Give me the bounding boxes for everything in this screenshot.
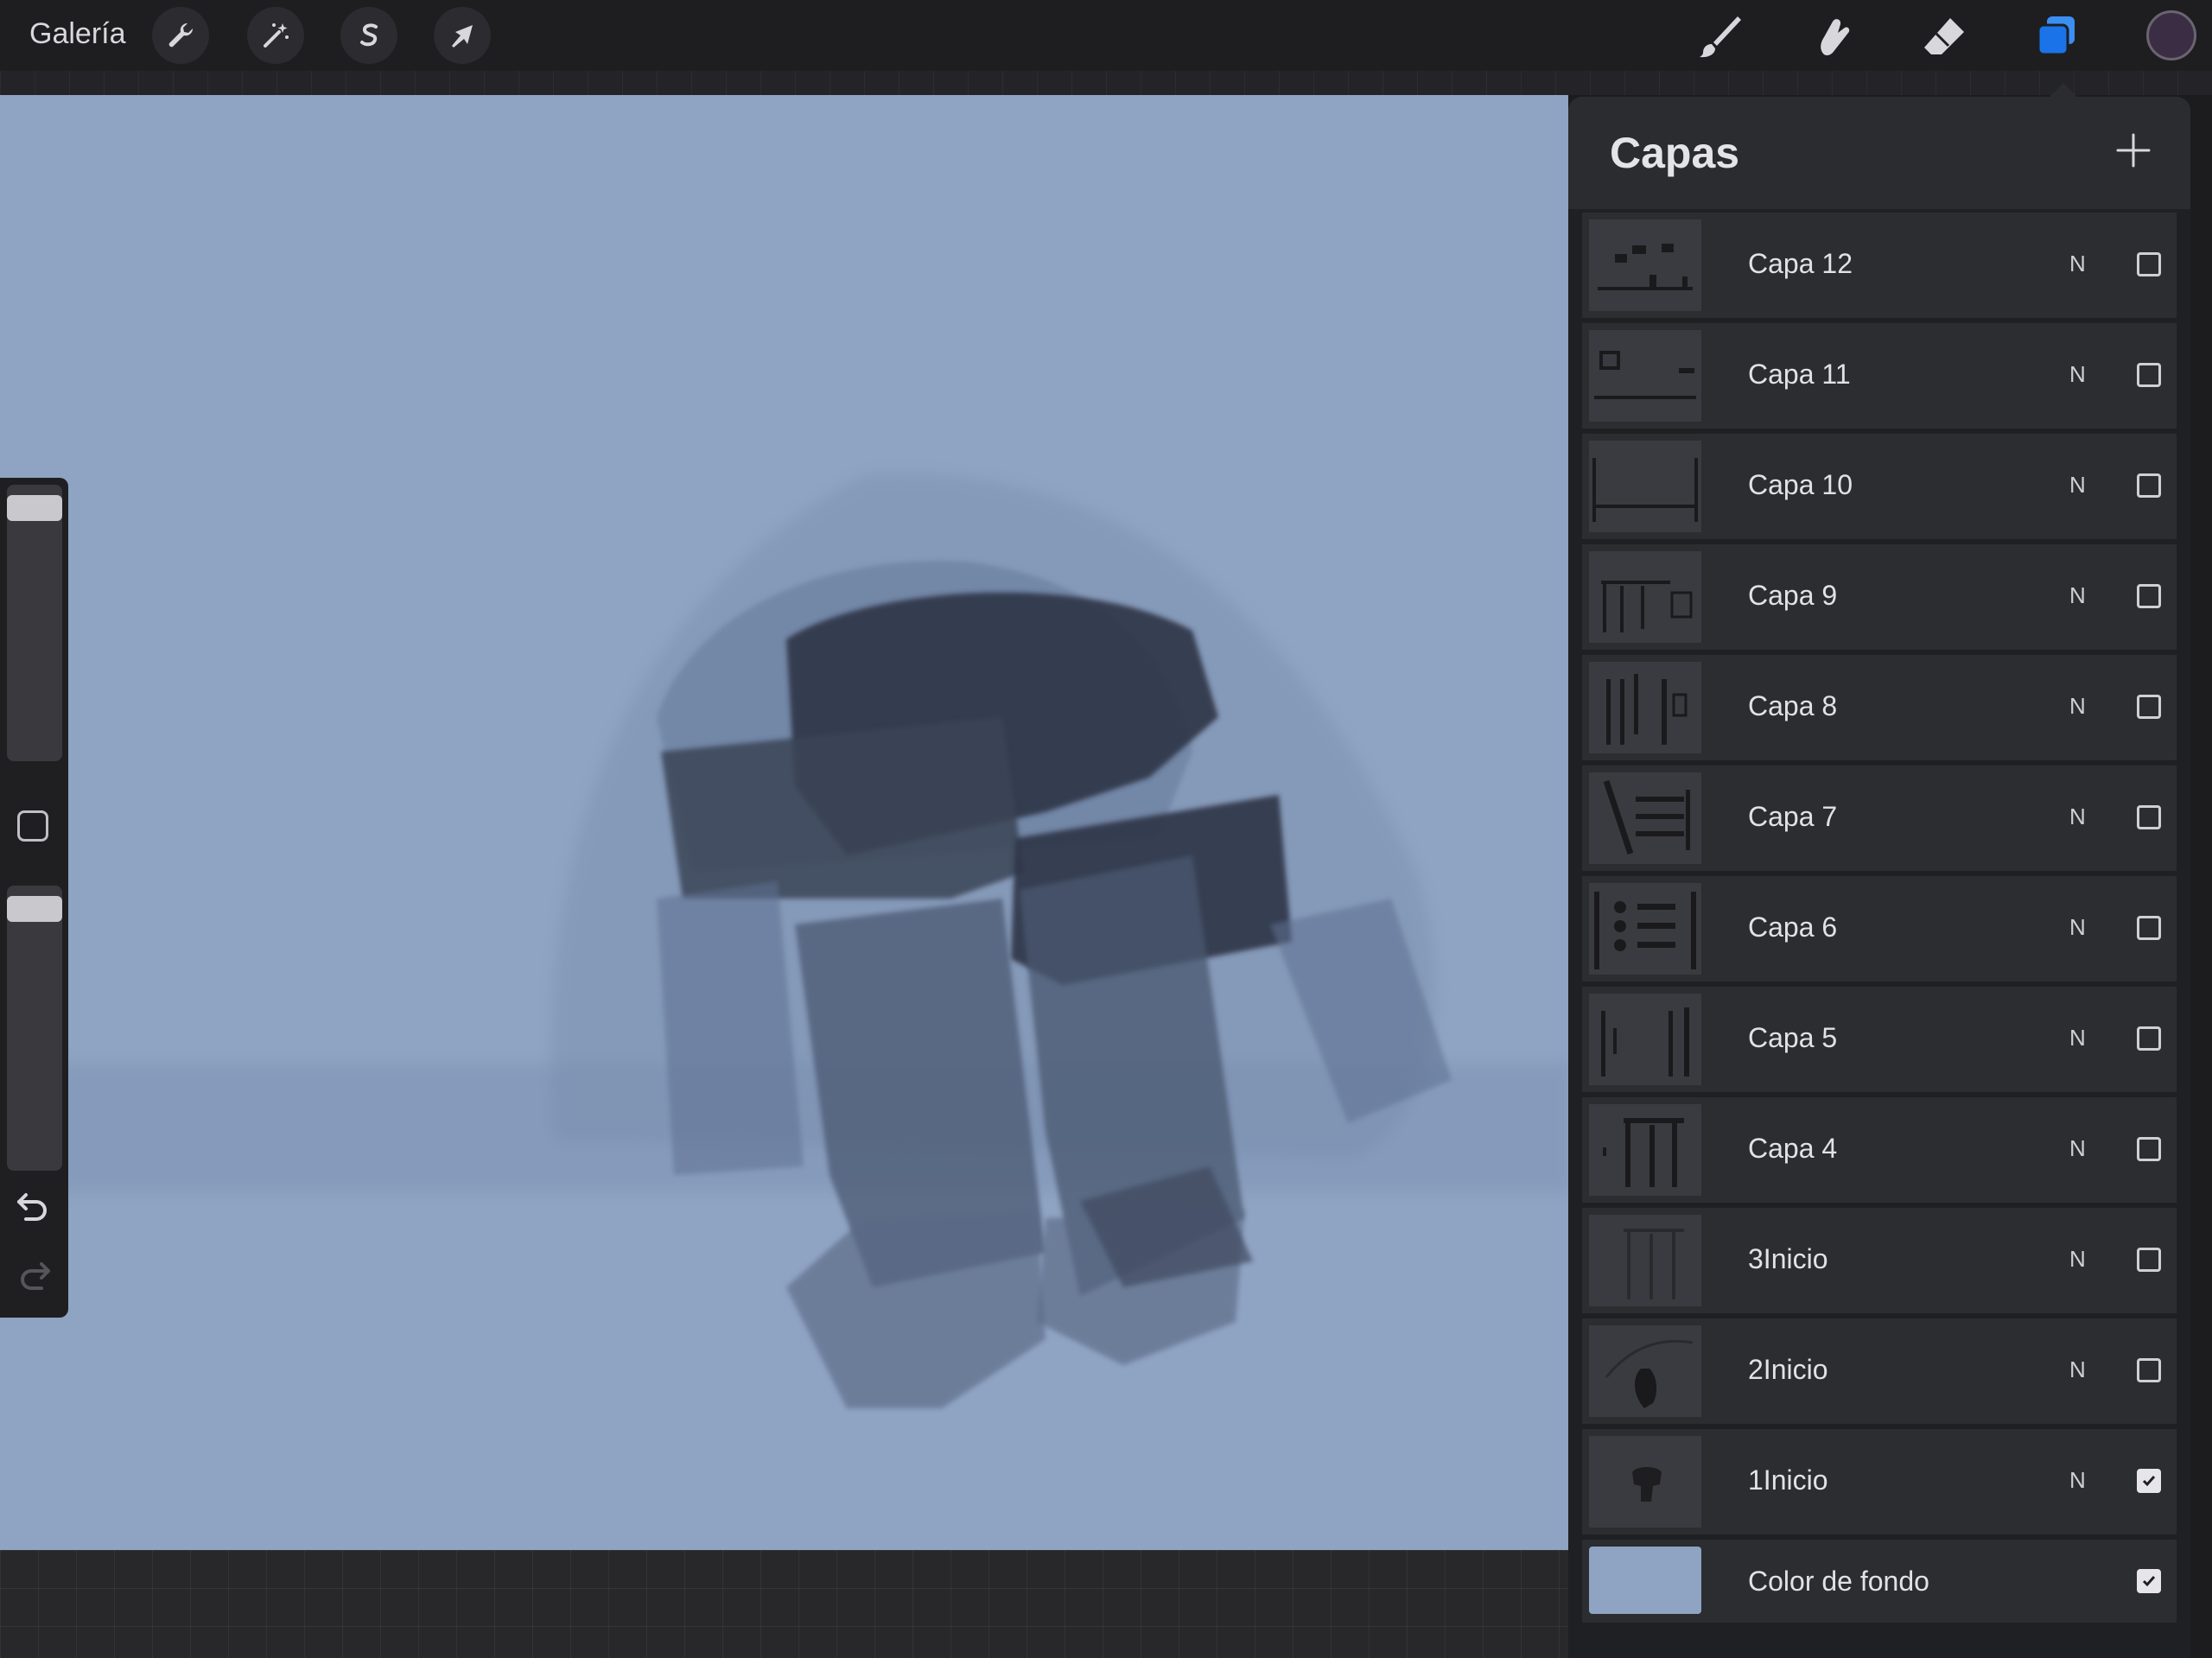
layer-thumbnail	[1589, 330, 1701, 422]
layer-visibility-checkbox[interactable]	[2137, 473, 2161, 498]
eraser-icon[interactable]	[1916, 9, 1972, 64]
opacity-slider-thumb[interactable]	[7, 896, 62, 922]
layer-name: Capa 5	[1748, 1022, 1838, 1053]
layer-visibility-checkbox[interactable]	[2137, 695, 2161, 719]
layer-visibility-checkbox[interactable]	[2137, 584, 2161, 608]
magic-wand-icon[interactable]	[247, 7, 304, 64]
layer-name: Capa 7	[1748, 801, 1838, 832]
canvas-bottom-area	[0, 1550, 1568, 1658]
brush-icon[interactable]	[1692, 9, 1747, 64]
layer-visibility-checkbox[interactable]	[2137, 363, 2161, 387]
layer-visibility-checkbox[interactable]	[2137, 1026, 2161, 1051]
layer-name: Capa 10	[1748, 469, 1853, 500]
blend-mode-button[interactable]: N	[2069, 1246, 2086, 1273]
layers-panel: Capas Capa 12 N Capa 11 N Capa 10 N Capa…	[1568, 97, 2190, 1658]
layer-thumbnail	[1589, 1215, 1701, 1306]
transform-arrow-icon[interactable]	[434, 7, 491, 64]
blend-mode-button[interactable]: N	[2069, 804, 2086, 830]
layer-thumbnail	[1589, 1436, 1701, 1528]
blend-mode-button[interactable]: N	[2069, 361, 2086, 388]
layer-row[interactable]: Capa 6 N	[1582, 876, 2177, 981]
layer-visibility-checkbox[interactable]	[2137, 1137, 2161, 1161]
opacity-slider[interactable]	[7, 886, 62, 1171]
smudge-icon[interactable]	[1804, 9, 1859, 64]
background-color-swatch[interactable]	[1589, 1547, 1701, 1614]
side-toolbar	[0, 478, 68, 1318]
drawing-canvas[interactable]	[0, 95, 1568, 1550]
layer-row[interactable]: Capa 11 N	[1582, 323, 2177, 429]
layer-row[interactable]: Capa 7 N	[1582, 765, 2177, 871]
layer-visibility-checkbox[interactable]	[2137, 916, 2161, 940]
layer-visibility-checkbox[interactable]	[2137, 1469, 2161, 1493]
layer-thumbnail	[1589, 883, 1701, 975]
layer-thumbnail	[1589, 1325, 1701, 1417]
layer-visibility-checkbox[interactable]	[2137, 1358, 2161, 1382]
top-toolbar: Galería	[0, 0, 2212, 71]
canvas-top-border	[0, 71, 2212, 95]
layers-icon[interactable]	[2029, 9, 2084, 64]
wrench-icon[interactable]	[152, 7, 209, 64]
blend-mode-button[interactable]: N	[2069, 1135, 2086, 1162]
layer-row[interactable]: 3Inicio N	[1582, 1208, 2177, 1313]
layer-thumbnail	[1589, 1104, 1701, 1196]
layer-visibility-checkbox[interactable]	[2137, 805, 2161, 829]
canvas-artwork	[52, 473, 1568, 1408]
checkmark-icon	[2142, 1476, 2156, 1487]
layer-thumbnail	[1589, 219, 1701, 311]
layer-thumbnail	[1589, 551, 1701, 643]
layers-panel-header: Capas	[1568, 97, 2190, 209]
layer-row[interactable]: Capa 4 N	[1582, 1097, 2177, 1203]
plus-icon	[2116, 133, 2151, 168]
layer-row[interactable]: 2Inicio N	[1582, 1318, 2177, 1424]
layer-name: 2Inicio	[1748, 1354, 1828, 1385]
add-layer-button[interactable]	[2114, 131, 2152, 169]
blend-mode-button[interactable]: N	[2069, 582, 2086, 609]
layer-row[interactable]: Capa 9 N	[1582, 544, 2177, 650]
layer-visibility-checkbox[interactable]	[2137, 1248, 2161, 1272]
layer-name: Capa 12	[1748, 248, 1853, 279]
layer-row[interactable]: 1Inicio N	[1582, 1429, 2177, 1534]
layer-name: Capa 6	[1748, 912, 1838, 943]
layer-thumbnail	[1589, 994, 1701, 1085]
layer-row[interactable]: Capa 10 N	[1582, 434, 2177, 539]
background-color-layer[interactable]: Color de fondo	[1582, 1540, 2177, 1623]
layer-name: 1Inicio	[1748, 1464, 1828, 1496]
layer-row[interactable]: Capa 12 N	[1582, 213, 2177, 318]
layer-thumbnail	[1589, 662, 1701, 753]
checkmark-icon	[2142, 1576, 2156, 1587]
blend-mode-button[interactable]: N	[2069, 1356, 2086, 1383]
brush-size-slider-thumb[interactable]	[7, 495, 62, 521]
layer-row[interactable]: Capa 8 N	[1582, 655, 2177, 760]
blend-mode-button[interactable]: N	[2069, 914, 2086, 941]
redo-icon[interactable]	[14, 1255, 54, 1295]
layer-name: 3Inicio	[1748, 1243, 1828, 1274]
layers-panel-title: Capas	[1610, 129, 1740, 177]
layer-thumbnail	[1589, 772, 1701, 864]
layer-name: Capa 8	[1748, 690, 1838, 721]
blend-mode-button[interactable]: N	[2069, 693, 2086, 720]
layer-name: Capa 11	[1748, 359, 1851, 390]
layer-name: Color de fondo	[1748, 1566, 1929, 1597]
blend-mode-button[interactable]: N	[2069, 251, 2086, 277]
blend-mode-button[interactable]: N	[2069, 472, 2086, 499]
layer-name: Capa 9	[1748, 580, 1838, 611]
undo-icon[interactable]	[14, 1186, 54, 1226]
selection-s-icon[interactable]	[340, 7, 397, 64]
modify-square-button[interactable]	[17, 810, 48, 842]
blend-mode-button[interactable]: N	[2069, 1467, 2086, 1494]
layer-row[interactable]: Capa 5 N	[1582, 987, 2177, 1092]
gallery-button[interactable]: Galería	[29, 17, 126, 51]
layer-thumbnail	[1589, 441, 1701, 532]
color-picker-swatch[interactable]	[2146, 10, 2196, 60]
layer-visibility-checkbox[interactable]	[2137, 252, 2161, 276]
layer-visibility-checkbox[interactable]	[2137, 1569, 2161, 1593]
brush-size-slider[interactable]	[7, 485, 62, 761]
layer-name: Capa 4	[1748, 1133, 1838, 1164]
blend-mode-button[interactable]: N	[2069, 1025, 2086, 1051]
